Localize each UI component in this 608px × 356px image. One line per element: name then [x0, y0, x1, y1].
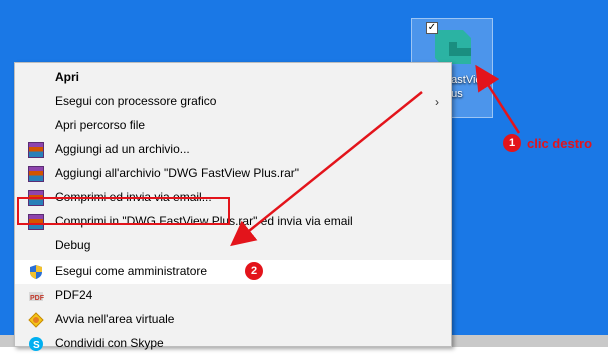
arrow-to-desktop-icon: [475, 64, 521, 134]
arrow-to-run-as-admin: [230, 91, 423, 247]
step-2-badge: 2: [245, 262, 263, 280]
step-1-label: clic destro: [527, 136, 593, 151]
annotation-arrows: [230, 64, 521, 247]
step-1-badge: 1: [503, 134, 521, 152]
